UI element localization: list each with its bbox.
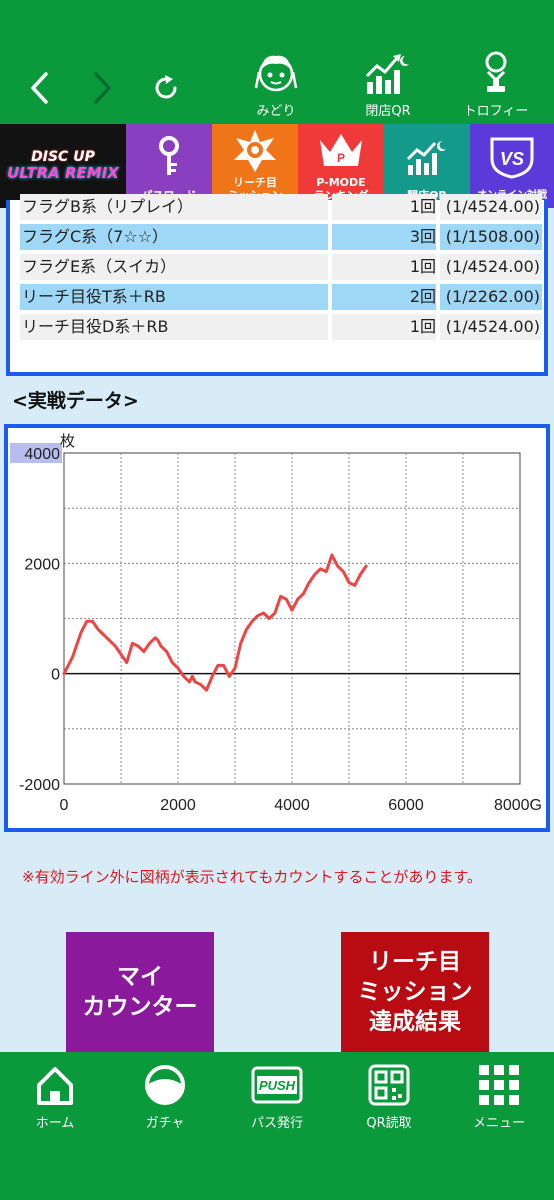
flag-count-cell: 1回 bbox=[332, 254, 436, 280]
flag-prob-cell: (1/4524.00) bbox=[440, 314, 542, 340]
chevron-left-icon bbox=[31, 72, 48, 104]
top-item-label: トロフィー bbox=[463, 104, 529, 119]
x-tick-label: 8000G bbox=[494, 797, 542, 814]
top-item-closing-qr[interactable]: 閉店QR bbox=[338, 50, 438, 120]
flag-count-cell: 1回 bbox=[332, 314, 436, 340]
flag-row: リーチ目役T系＋RB 2回 (1/2262.00) bbox=[20, 284, 542, 310]
top-item-label: みどり bbox=[256, 104, 296, 119]
top-item-midori[interactable]: みどり bbox=[226, 50, 326, 120]
bottom-nav: ホーム ガチャ PUSH パス発行 QR読取 メニュー bbox=[0, 1052, 554, 1200]
home-icon bbox=[33, 1062, 77, 1108]
flag-count-cell: 3回 bbox=[332, 224, 436, 250]
x-tick-label: 6000 bbox=[388, 797, 424, 814]
crown-icon: P bbox=[316, 124, 366, 176]
flag-row: フラグE系（スイカ） 1回 (1/4524.00) bbox=[20, 254, 542, 280]
flag-table: フラグB系（リプレイ） 1回 (1/4524.00) フラグC系（7☆☆） 3回 (1/1… bbox=[6, 194, 548, 376]
flag-name-cell: フラグE系（スイカ） bbox=[20, 254, 328, 280]
star-badge-icon bbox=[230, 124, 280, 176]
mission-result-button[interactable]: リーチ目 ミッション 達成結果 bbox=[341, 932, 489, 1052]
x-tick-label: 0 bbox=[60, 797, 69, 814]
x-tick-label: 4000 bbox=[274, 797, 310, 814]
y-tick-label: 2000 bbox=[24, 556, 60, 573]
flag-name-cell: リーチ目役D系＋RB bbox=[20, 314, 328, 340]
flag-prob-cell: (1/2262.00) bbox=[440, 284, 542, 310]
flag-row: フラグB系（リプレイ） 1回 (1/4524.00) bbox=[20, 194, 542, 220]
bottom-nav-home[interactable]: ホーム bbox=[0, 1062, 110, 1132]
y-tick-label: 4000 bbox=[24, 446, 60, 463]
qr-code-icon bbox=[367, 1062, 411, 1108]
my-counter-button[interactable]: マイ カウンター bbox=[66, 932, 214, 1052]
vs-badge-icon: VS bbox=[484, 124, 540, 189]
gacha-capsule-icon bbox=[143, 1062, 187, 1108]
top-item-label: 閉店QR bbox=[365, 104, 411, 119]
bottom-nav-label: QR読取 bbox=[366, 1116, 412, 1131]
forward-button[interactable] bbox=[82, 64, 122, 112]
flag-row: フラグC系（7☆☆） 3回 (1/1508.00) bbox=[20, 224, 542, 250]
flag-prob-cell: (1/1508.00) bbox=[440, 224, 542, 250]
y-tick-label: -2000 bbox=[19, 777, 60, 794]
push-pass-icon: PUSH bbox=[250, 1062, 304, 1108]
flag-count-cell: 2回 bbox=[332, 284, 436, 310]
bottom-nav-label: ガチャ bbox=[145, 1116, 185, 1131]
flag-count-cell: 1回 bbox=[332, 194, 436, 220]
grid-menu-icon bbox=[477, 1062, 521, 1108]
flag-prob-cell: (1/4524.00) bbox=[440, 254, 542, 280]
key-icon bbox=[154, 124, 184, 189]
result-chart: 4000 2000 0 -2000 枚 0 2000 4000 6000 8000G bbox=[4, 424, 550, 832]
logo-line1: DISC UP bbox=[31, 149, 95, 165]
growth-chart-icon bbox=[404, 124, 450, 189]
chart-svg: 400020000-2000枚0 2000 4000 6000 8000G bbox=[10, 432, 542, 814]
svg-text:P: P bbox=[337, 151, 345, 165]
y-tick-label: 0 bbox=[51, 667, 60, 684]
bottom-nav-label: メニュー bbox=[472, 1116, 525, 1131]
bottom-nav-label: パス発行 bbox=[250, 1116, 303, 1131]
top-item-trophy[interactable]: トロフィー bbox=[446, 50, 546, 120]
flag-name-cell: リーチ目役T系＋RB bbox=[20, 284, 328, 310]
trophy-icon bbox=[473, 50, 519, 96]
y-axis-unit-label: 枚 bbox=[60, 432, 75, 450]
character-avatar-icon bbox=[253, 50, 299, 96]
flag-name-cell: フラグC系（7☆☆） bbox=[20, 224, 328, 250]
bottom-nav-menu[interactable]: メニュー bbox=[444, 1062, 554, 1132]
bottom-nav-qr[interactable]: QR読取 bbox=[334, 1062, 444, 1132]
reload-button[interactable] bbox=[146, 64, 186, 112]
flag-name-cell: フラグB系（リプレイ） bbox=[20, 194, 328, 220]
growth-chart-icon bbox=[363, 50, 413, 96]
x-tick-label: 2000 bbox=[160, 797, 196, 814]
section-title: <実戦データ> bbox=[12, 390, 139, 412]
reload-icon bbox=[155, 75, 177, 99]
bottom-nav-label: ホーム bbox=[35, 1116, 75, 1131]
logo-line2: ULTRA REMIX bbox=[7, 164, 119, 182]
flag-row: リーチ目役D系＋RB 1回 (1/4524.00) bbox=[20, 314, 542, 340]
top-header: みどり 閉店QR トロフィー bbox=[0, 0, 554, 124]
mission-result-label: リーチ目 ミッション 達成結果 bbox=[357, 949, 473, 1035]
svg-text:VS: VS bbox=[500, 149, 524, 169]
chevron-right-icon bbox=[94, 72, 111, 104]
note-text: ※有効ライン外に図柄が表示されてもカウントすることがあります。 bbox=[22, 868, 482, 886]
my-counter-label: マイ カウンター bbox=[82, 964, 198, 1020]
back-button[interactable] bbox=[20, 64, 60, 112]
flag-prob-cell: (1/4524.00) bbox=[440, 194, 542, 220]
bottom-nav-pass[interactable]: PUSH パス発行 bbox=[222, 1062, 332, 1132]
bottom-nav-gacha[interactable]: ガチャ bbox=[110, 1062, 220, 1132]
svg-text:PUSH: PUSH bbox=[259, 1078, 296, 1093]
